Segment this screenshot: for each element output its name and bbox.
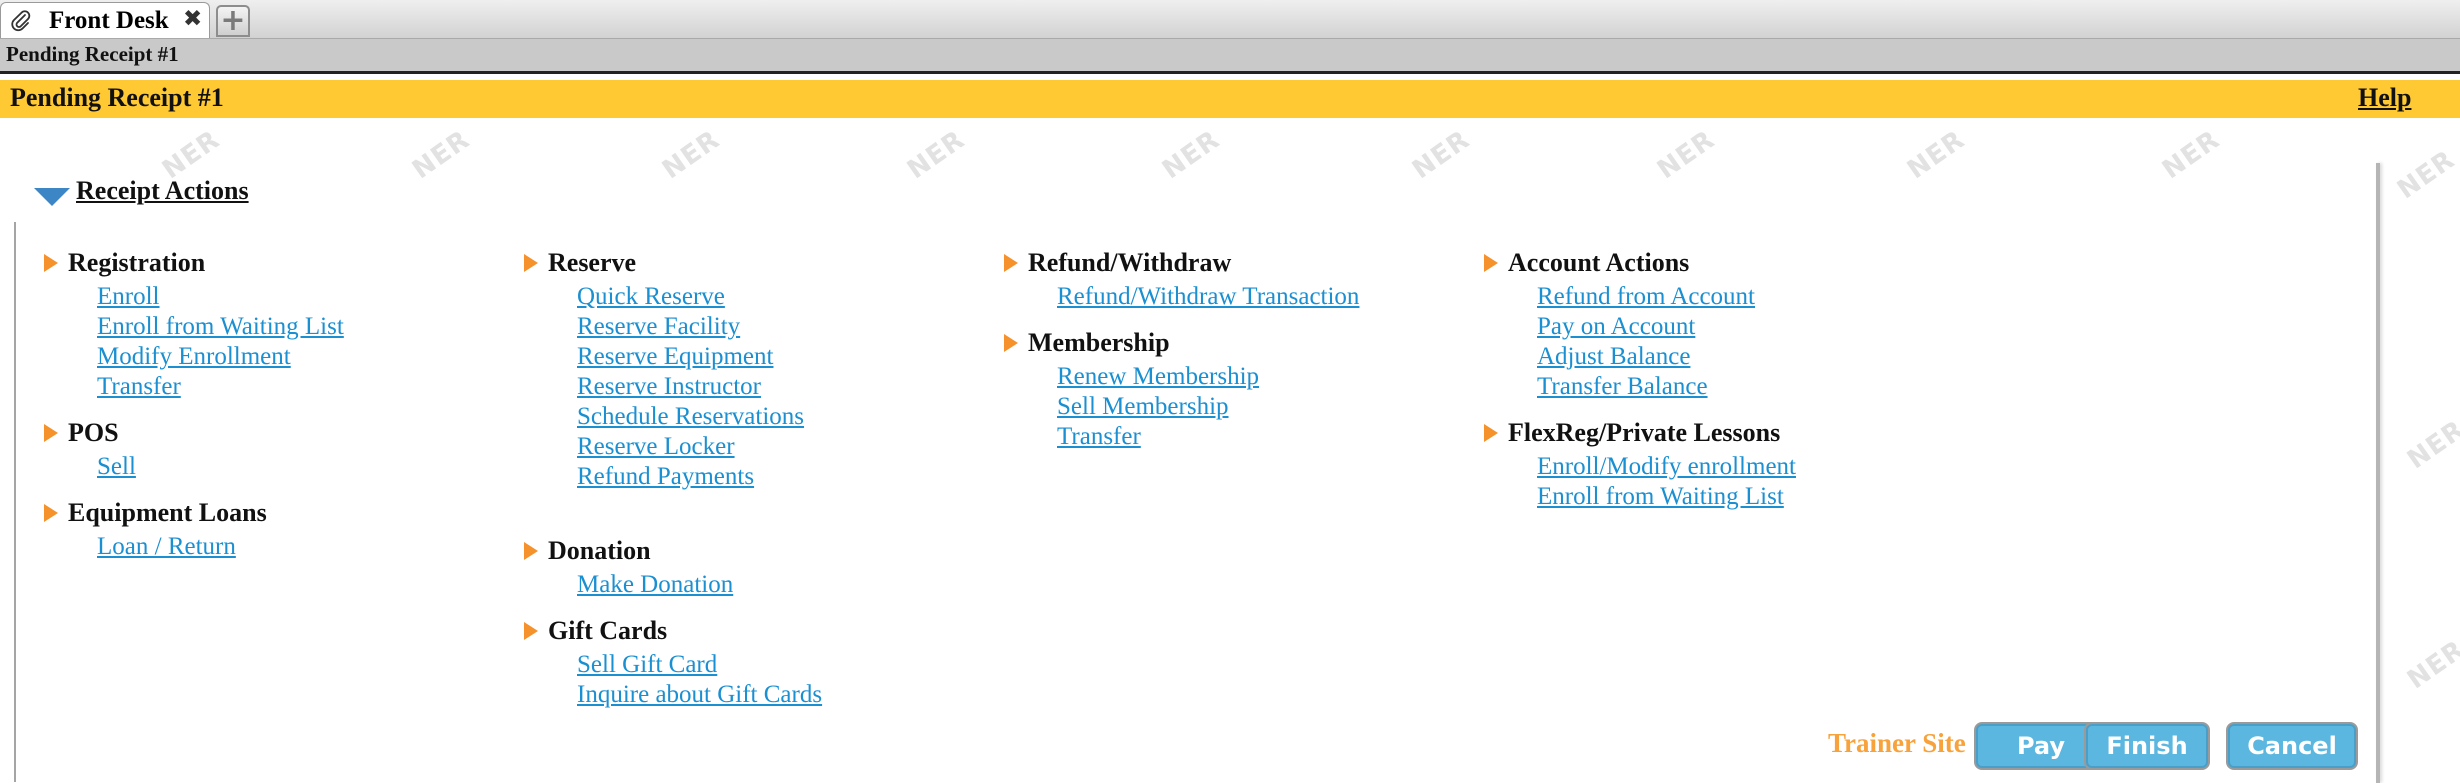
link-quick-reserve[interactable]: Quick Reserve [577, 283, 725, 311]
group-title: Membership [1028, 328, 1170, 357]
watermark-text: NER [1902, 124, 1971, 186]
tab-strip: Front Desk ✖ + [0, 0, 2460, 39]
tab-front-desk[interactable]: Front Desk ✖ [0, 2, 210, 38]
link-inquire-gift-cards[interactable]: Inquire about Gift Cards [577, 681, 822, 709]
group-title: Refund/Withdraw [1028, 248, 1232, 277]
breadcrumb: Pending Receipt #1 [0, 39, 2460, 74]
help-link[interactable]: Help [2358, 83, 2411, 113]
expand-arrow-icon [44, 504, 58, 522]
group-title: Donation [548, 536, 651, 565]
watermark-text: NER [2157, 124, 2226, 186]
watermark-text: NER [902, 124, 971, 186]
link-refund-payments[interactable]: Refund Payments [577, 463, 754, 491]
link-transfer-membership[interactable]: Transfer [1057, 423, 1141, 451]
link-transfer-balance[interactable]: Transfer Balance [1537, 373, 1708, 401]
watermark-text: NER [1407, 124, 1476, 186]
group-title: Registration [68, 248, 206, 277]
link-refund-from-account[interactable]: Refund from Account [1537, 283, 1755, 311]
watermark-text: NER [2392, 144, 2460, 206]
link-enroll-modify-enrollment[interactable]: Enroll/Modify enrollment [1537, 453, 1796, 481]
page-title: Pending Receipt #1 [10, 83, 224, 112]
cancel-button[interactable]: Cancel [2228, 724, 2356, 768]
group-title: Reserve [548, 248, 637, 277]
group-title: Account Actions [1508, 248, 1690, 277]
watermark-text: NER [657, 124, 726, 186]
link-refund-withdraw-transaction[interactable]: Refund/Withdraw Transaction [1057, 283, 1359, 311]
paperclip-icon [11, 10, 31, 32]
finish-button[interactable]: Finish [2086, 724, 2208, 768]
expand-arrow-icon [524, 542, 538, 560]
expand-arrow-icon [1004, 254, 1018, 272]
close-icon[interactable]: ✖ [183, 6, 202, 32]
link-reserve-equipment[interactable]: Reserve Equipment [577, 343, 773, 371]
link-pay-on-account[interactable]: Pay on Account [1537, 313, 1695, 341]
tab-label: Front Desk [49, 7, 169, 34]
link-flexreg-waiting-list[interactable]: Enroll from Waiting List [1537, 483, 1784, 511]
link-adjust-balance[interactable]: Adjust Balance [1537, 343, 1690, 371]
link-transfer-registration[interactable]: Transfer [97, 373, 181, 401]
link-reserve-facility[interactable]: Reserve Facility [577, 313, 740, 341]
expand-arrow-icon [1484, 254, 1498, 272]
link-renew-membership[interactable]: Renew Membership [1057, 363, 1259, 391]
watermark-text: NER [407, 124, 476, 186]
receipt-actions-toggle[interactable]: Receipt Actions [76, 176, 249, 206]
link-modify-enrollment[interactable]: Modify Enrollment [97, 343, 291, 371]
expand-arrow-icon [1004, 334, 1018, 352]
group-title: Equipment Loans [68, 498, 267, 527]
breadcrumb-label: Pending Receipt #1 [6, 42, 179, 66]
link-make-donation[interactable]: Make Donation [577, 571, 733, 599]
watermark-text: NER [1652, 124, 1721, 186]
page-header: Pending Receipt #1 Help [0, 80, 2460, 118]
link-schedule-reservations[interactable]: Schedule Reservations [577, 403, 804, 431]
expand-arrow-icon [524, 622, 538, 640]
expand-arrow-icon [44, 424, 58, 442]
expand-arrow-icon [44, 254, 58, 272]
link-sell[interactable]: Sell [97, 453, 136, 481]
watermark-text: NER [2402, 634, 2460, 696]
collapse-triangle-icon[interactable] [32, 182, 72, 214]
group-title: Gift Cards [548, 616, 668, 645]
expand-arrow-icon [1484, 424, 1498, 442]
panel-border-left [14, 222, 16, 782]
group-title: FlexReg/Private Lessons [1508, 418, 1781, 447]
trainer-site-label: Trainer Site [1828, 728, 1966, 758]
link-reserve-instructor[interactable]: Reserve Instructor [577, 373, 761, 401]
add-tab-button[interactable]: + [216, 5, 250, 37]
link-loan-return[interactable]: Loan / Return [97, 533, 236, 561]
panel-border-right [2376, 163, 2380, 783]
expand-arrow-icon [524, 254, 538, 272]
link-enroll[interactable]: Enroll [97, 283, 160, 311]
link-sell-gift-card[interactable]: Sell Gift Card [577, 651, 717, 679]
link-reserve-locker[interactable]: Reserve Locker [577, 433, 735, 461]
link-enroll-from-waiting-list[interactable]: Enroll from Waiting List [97, 313, 344, 341]
group-title: POS [68, 418, 119, 447]
watermark-text: NER [2402, 414, 2460, 476]
link-sell-membership[interactable]: Sell Membership [1057, 393, 1229, 421]
watermark-text: NER [1157, 124, 1226, 186]
